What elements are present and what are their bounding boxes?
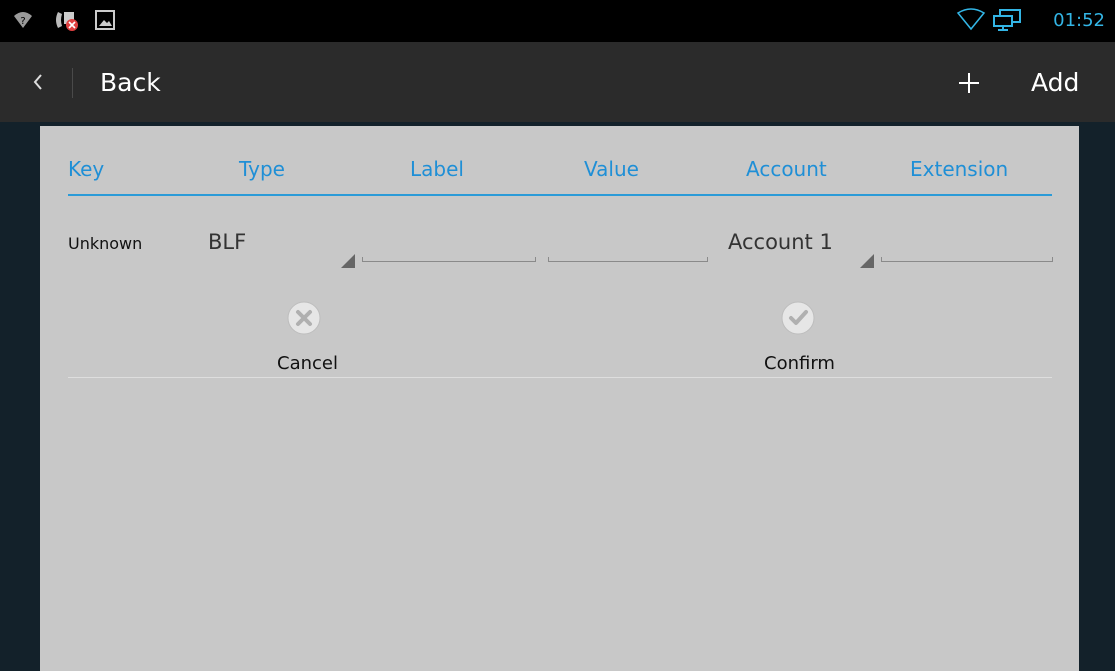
header-divider <box>68 194 1052 196</box>
phone-missed-icon <box>56 12 78 31</box>
column-header-value: Value <box>584 157 639 181</box>
status-bar: ? 01:52 <box>0 0 1115 42</box>
add-button[interactable]: Add <box>1031 66 1079 100</box>
status-clock: 01:52 <box>1053 10 1105 31</box>
chevron-left-icon[interactable] <box>28 68 48 96</box>
cancel-icon[interactable] <box>287 301 321 335</box>
spinner-arrow-icon <box>860 254 874 268</box>
wifi-unknown-icon: ? <box>14 12 32 28</box>
svg-text:?: ? <box>20 16 25 27</box>
key-edit-panel: Key Type Label Value Account Extension U… <box>40 126 1079 671</box>
back-button[interactable]: Back <box>100 66 161 100</box>
column-header-type: Type <box>239 157 285 181</box>
account-spinner[interactable]: Account 1 <box>728 230 833 254</box>
confirm-button[interactable]: Confirm <box>764 352 835 376</box>
spinner-arrow-icon <box>341 254 355 268</box>
column-header-extension: Extension <box>910 157 1009 181</box>
cancel-button[interactable]: Cancel <box>277 352 338 376</box>
wifi-empty-icon <box>956 8 986 31</box>
check-icon[interactable] <box>781 301 815 335</box>
value-field[interactable] <box>548 257 708 262</box>
key-value: Unknown <box>68 234 143 253</box>
network-icon <box>993 9 1021 31</box>
row-divider <box>68 377 1052 378</box>
action-bar-divider <box>72 68 73 98</box>
image-icon <box>95 10 115 30</box>
column-header-key: Key <box>68 157 105 181</box>
extension-field[interactable] <box>881 257 1053 262</box>
label-field[interactable] <box>362 257 536 262</box>
action-bar: Back Add <box>0 42 1115 122</box>
type-spinner[interactable]: BLF <box>208 230 246 254</box>
plus-icon[interactable] <box>958 72 980 94</box>
column-header-account: Account <box>746 157 827 181</box>
column-header-label: Label <box>410 157 464 181</box>
